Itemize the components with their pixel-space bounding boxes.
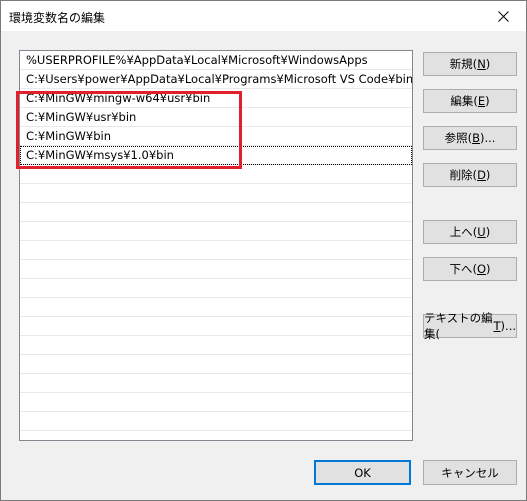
list-item[interactable]: %USERPROFILE%¥AppData¥Local¥Microsoft¥Wi… [20, 51, 412, 70]
empty-row[interactable] [20, 355, 412, 374]
close-button[interactable] [480, 1, 526, 31]
cancel-button[interactable]: キャンセル [423, 460, 517, 485]
new-button[interactable]: 新規(N) [423, 52, 517, 76]
ok-button[interactable]: OK [314, 460, 411, 485]
empty-row[interactable] [20, 393, 412, 412]
empty-row[interactable] [20, 412, 412, 431]
list-item[interactable]: C:¥MinGW¥mingw-w64¥usr¥bin [20, 89, 412, 108]
close-icon [497, 10, 509, 22]
empty-row[interactable] [20, 298, 412, 317]
move-down-button-end: ) [486, 262, 491, 276]
empty-row[interactable] [20, 222, 412, 241]
cancel-button-label: キャンセル [441, 465, 499, 480]
edit-button-end: ) [485, 94, 490, 108]
new-button-key: N [477, 57, 486, 71]
browse-button-key: B [472, 131, 480, 145]
list-item-focused[interactable]: C:¥MinGW¥msys¥1.0¥bin [20, 146, 412, 165]
title-bar: 環境変数名の編集 [1, 1, 526, 31]
ok-button-label: OK [354, 465, 371, 480]
edit-button[interactable]: 編集(E) [423, 89, 517, 113]
move-down-button[interactable]: 下へ(O) [423, 257, 517, 281]
window-title: 環境変数名の編集 [9, 11, 106, 25]
edit-text-button-end: )... [500, 319, 516, 333]
empty-row[interactable] [20, 165, 412, 184]
edit-text-button-label: テキストの編集( [424, 311, 493, 341]
list-item[interactable]: C:¥MinGW¥bin [20, 127, 412, 146]
empty-row[interactable] [20, 241, 412, 260]
empty-row[interactable] [20, 184, 412, 203]
edit-button-key: E [477, 94, 486, 108]
move-up-button-label: 上へ( [449, 225, 478, 239]
empty-row[interactable] [20, 374, 412, 393]
empty-row[interactable] [20, 336, 412, 355]
move-down-button-key: O [476, 262, 487, 276]
move-up-button[interactable]: 上へ(U) [423, 220, 517, 244]
edit-text-button[interactable]: テキストの編集(T)... [423, 311, 517, 341]
delete-button-key: D [477, 168, 486, 182]
empty-row[interactable] [20, 317, 412, 336]
new-button-label: 新規( [449, 57, 478, 71]
browse-button[interactable]: 参照(B)... [423, 126, 517, 150]
delete-button-label: 削除( [449, 168, 478, 182]
move-up-button-key: U [477, 225, 486, 239]
edit-button-label: 編集( [450, 94, 478, 108]
delete-button[interactable]: 削除(D) [423, 163, 517, 187]
new-button-end: ) [485, 57, 491, 71]
list-item[interactable]: C:¥Users¥power¥AppData¥Local¥Programs¥Mi… [20, 70, 412, 89]
empty-row[interactable] [20, 260, 412, 279]
empty-row[interactable] [20, 203, 412, 222]
edit-env-var-dialog: 環境変数名の編集 %USERPROFILE%¥AppData¥Local¥Mic… [0, 0, 527, 501]
delete-button-end: ) [485, 168, 491, 182]
browse-button-end: )... [479, 131, 496, 145]
move-up-button-end: ) [485, 225, 491, 239]
list-item[interactable]: C:¥MinGW¥usr¥bin [20, 108, 412, 127]
move-down-button-label: 下へ( [449, 262, 477, 276]
browse-button-label: 参照( [444, 131, 473, 145]
path-list[interactable]: %USERPROFILE%¥AppData¥Local¥Microsoft¥Wi… [19, 50, 413, 441]
empty-row[interactable] [20, 279, 412, 298]
edit-text-button-key: T [493, 319, 501, 333]
